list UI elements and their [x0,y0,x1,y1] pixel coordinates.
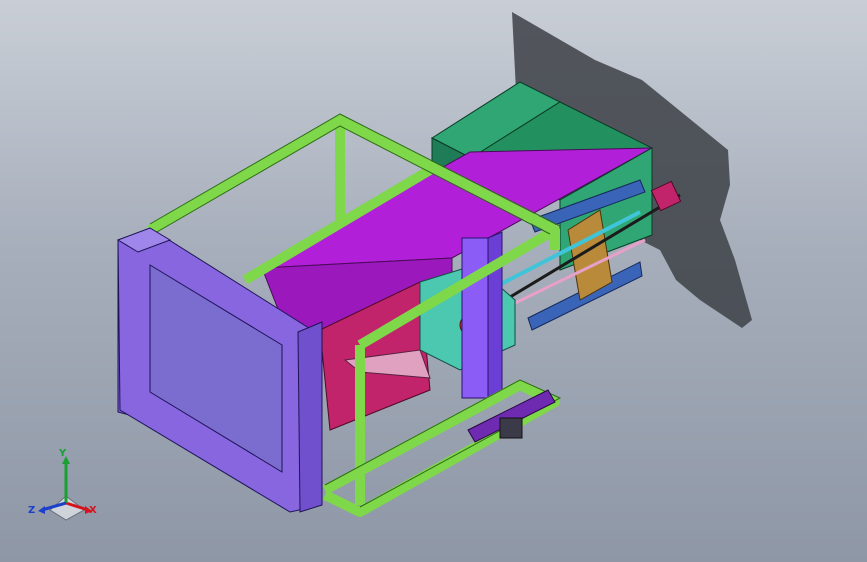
vertical-column [461,237,489,399]
coordinate-triad: X Y Z [28,448,108,528]
ejector-post-end [499,417,523,439]
triad-y-label: Y [59,448,67,459]
triad-x-label: X [89,505,97,516]
triad-graphic [38,456,92,521]
cad-viewport[interactable]: X Y Z [0,0,867,562]
model-scene[interactable] [0,0,867,562]
triad-z-label: Z [28,505,36,516]
clamp-plate-right-edge [297,321,323,513]
triad-z-arrow [38,506,45,514]
